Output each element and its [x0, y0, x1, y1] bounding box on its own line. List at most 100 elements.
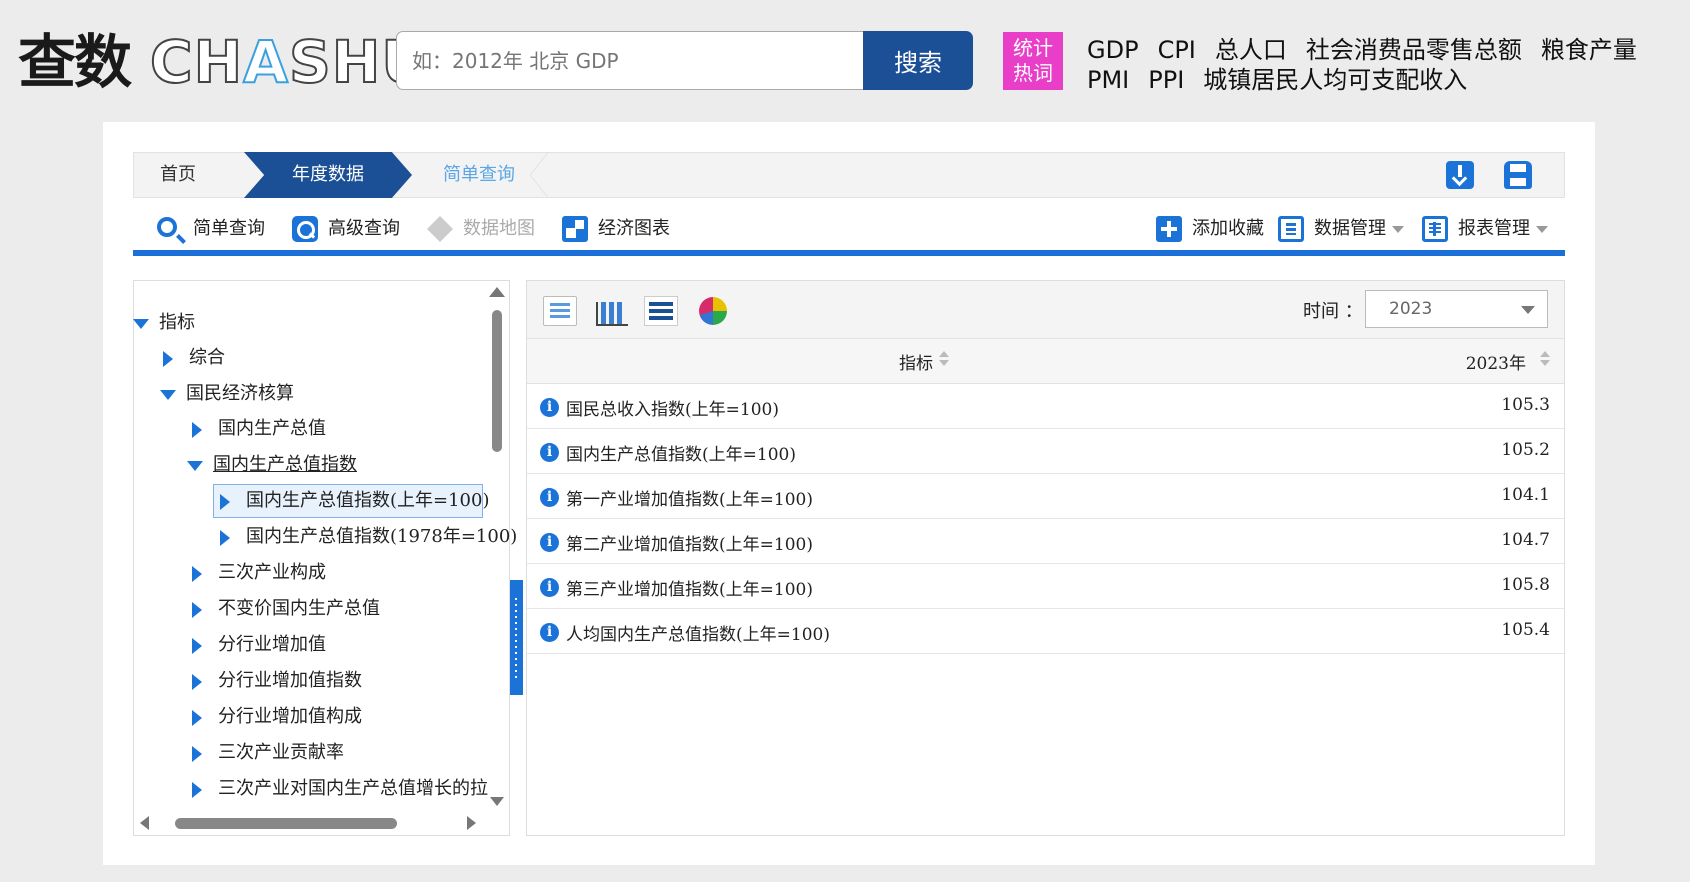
table-icon: [1422, 216, 1448, 242]
row-value: 105.2: [1501, 440, 1550, 460]
scroll-thumb[interactable]: [175, 818, 397, 829]
caret-right-icon[interactable]: [192, 674, 202, 690]
tree-node-label: 三次产业对国内生产总值增长的拉动: [218, 778, 489, 799]
row-value: 105.8: [1501, 575, 1550, 595]
table-row: i 第二产业增加值指数(上年=100) 104.7: [527, 519, 1564, 564]
download-icon[interactable]: [1446, 161, 1474, 189]
hot-word-link[interactable]: 城镇居民人均可支配收入: [1203, 66, 1467, 94]
chart-icon: [562, 216, 588, 242]
caret-right-icon[interactable]: [192, 602, 202, 618]
row-value: 105.3: [1501, 395, 1550, 415]
info-icon[interactable]: i: [540, 533, 559, 552]
sort-icon[interactable]: [1540, 351, 1550, 369]
caret-right-icon[interactable]: [220, 530, 230, 546]
tree-node-label: 三次产业构成: [218, 562, 326, 583]
caret-right-icon[interactable]: [220, 494, 230, 510]
report-manage-text: 报表管理: [1458, 218, 1530, 239]
row-indicator-name: 国民总收入指数(上年=100): [566, 400, 779, 420]
hot-words-badge: 统计 热词: [1003, 32, 1063, 90]
caret-right-icon[interactable]: [192, 422, 202, 438]
table-header: 指标 2023年: [527, 339, 1564, 384]
bar-chart-icon[interactable]: [594, 296, 628, 326]
hot-words-row2: PMI PPI 城镇居民人均可支配收入: [1087, 60, 1486, 95]
caret-right-icon[interactable]: [192, 782, 202, 798]
table-row: i 国内生产总值指数(上年=100) 105.2: [527, 429, 1564, 474]
caret-right-icon[interactable]: [192, 566, 202, 582]
tree-node-label: 指标: [159, 312, 195, 333]
row-value: 104.1: [1501, 485, 1550, 505]
simple-query-label: 简单查询: [193, 218, 265, 239]
search-input[interactable]: [396, 31, 863, 90]
breadcrumb-annual-data[interactable]: 年度数据: [244, 152, 412, 198]
advanced-query-label: 高级查询: [328, 218, 400, 239]
table-view-icon[interactable]: [543, 296, 577, 326]
column-header-indicator[interactable]: 指标: [899, 349, 933, 374]
row-indicator-name: 第三产业增加值指数(上年=100): [566, 580, 813, 600]
hot-word-link[interactable]: PPI: [1148, 66, 1184, 94]
tree-node-label: 国内生产总值指数(上年=100): [246, 490, 490, 511]
report-manage-label: 报表管理: [1458, 216, 1548, 242]
row-value: 104.7: [1501, 530, 1550, 550]
scroll-left-arrow-icon[interactable]: [140, 816, 149, 830]
hot-badge-line2: 热词: [1013, 61, 1053, 85]
panel-splitter-handle[interactable]: [510, 580, 523, 695]
tree-vertical-scrollbar[interactable]: [488, 282, 506, 810]
scroll-thumb[interactable]: [492, 310, 502, 452]
hot-word-link[interactable]: PMI: [1087, 66, 1129, 94]
econ-chart-label: 经济图表: [598, 218, 670, 239]
advanced-search-icon: [292, 216, 318, 242]
breadcrumb-current: 简单查询: [443, 164, 515, 185]
tree-node-label: 国内生产总值: [218, 418, 326, 439]
breadcrumb-separator: [530, 152, 548, 198]
logo-english[interactable]: CHASHU: [149, 24, 429, 100]
scroll-down-arrow-icon[interactable]: [490, 797, 504, 806]
tree-node-label: 分行业增加值指数: [218, 670, 362, 691]
row-indicator-name: 人均国内生产总值指数(上年=100): [566, 625, 830, 645]
tree-node-label: 不变价国内生产总值: [218, 598, 380, 619]
info-icon[interactable]: i: [540, 578, 559, 597]
pie-chart-icon[interactable]: [699, 297, 727, 325]
print-icon[interactable]: [1504, 161, 1532, 189]
data-manage-label: 数据管理: [1314, 216, 1404, 242]
info-icon[interactable]: i: [540, 443, 559, 462]
tree-node-label: 三次产业贡献率: [218, 742, 344, 763]
tree-horizontal-scrollbar[interactable]: [134, 813, 489, 833]
chevron-down-icon: [1536, 225, 1548, 233]
plus-icon: [1156, 216, 1182, 242]
tree-node-label: 国内生产总值指数(1978年=100): [246, 526, 518, 547]
table-row: i 第一产业增加值指数(上年=100) 104.1: [527, 474, 1564, 519]
horizontal-bar-chart-icon[interactable]: [644, 296, 678, 326]
info-icon[interactable]: i: [540, 398, 559, 417]
table-row: i 国民总收入指数(上年=100) 105.3: [527, 384, 1564, 429]
list-icon: [1278, 216, 1304, 242]
row-value: 105.4: [1501, 620, 1550, 640]
data-map-label: 数据地图: [463, 218, 535, 239]
info-icon[interactable]: i: [540, 623, 559, 642]
hot-word-link[interactable]: 粮食产量: [1541, 36, 1637, 64]
column-header-year[interactable]: 2023年: [1466, 349, 1526, 374]
logo-en-part1: CH: [149, 27, 244, 97]
caret-down-icon[interactable]: [187, 461, 203, 471]
table-row: i 人均国内生产总值指数(上年=100) 105.4: [527, 609, 1564, 654]
time-label: 时间 ：: [1303, 301, 1363, 322]
caret-right-icon[interactable]: [192, 710, 202, 726]
caret-down-icon[interactable]: [160, 390, 176, 400]
sort-icon[interactable]: [939, 351, 949, 369]
chevron-down-icon: [1392, 225, 1404, 233]
table-row: i 第三产业增加值指数(上年=100) 105.8: [527, 564, 1564, 609]
row-indicator-name: 国内生产总值指数(上年=100): [566, 445, 796, 465]
breadcrumb-home[interactable]: 首页: [160, 152, 196, 198]
logo-chinese[interactable]: 查数: [18, 24, 132, 100]
time-select[interactable]: 2023: [1365, 290, 1548, 328]
tree-node[interactable]: 三次产业对国内生产总值增长的拉动: [192, 776, 489, 802]
row-indicator-name: 第二产业增加值指数(上年=100): [566, 535, 813, 555]
scroll-up-arrow-icon[interactable]: [489, 287, 505, 297]
scroll-right-arrow-icon[interactable]: [467, 816, 476, 830]
info-icon[interactable]: i: [540, 488, 559, 507]
caret-right-icon[interactable]: [192, 746, 202, 762]
caret-right-icon[interactable]: [163, 351, 173, 367]
caret-right-icon[interactable]: [192, 638, 202, 654]
search-button[interactable]: 搜索: [863, 31, 973, 90]
caret-down-icon[interactable]: [133, 319, 149, 329]
tree-node-label: 国内生产总值指数: [213, 454, 357, 475]
